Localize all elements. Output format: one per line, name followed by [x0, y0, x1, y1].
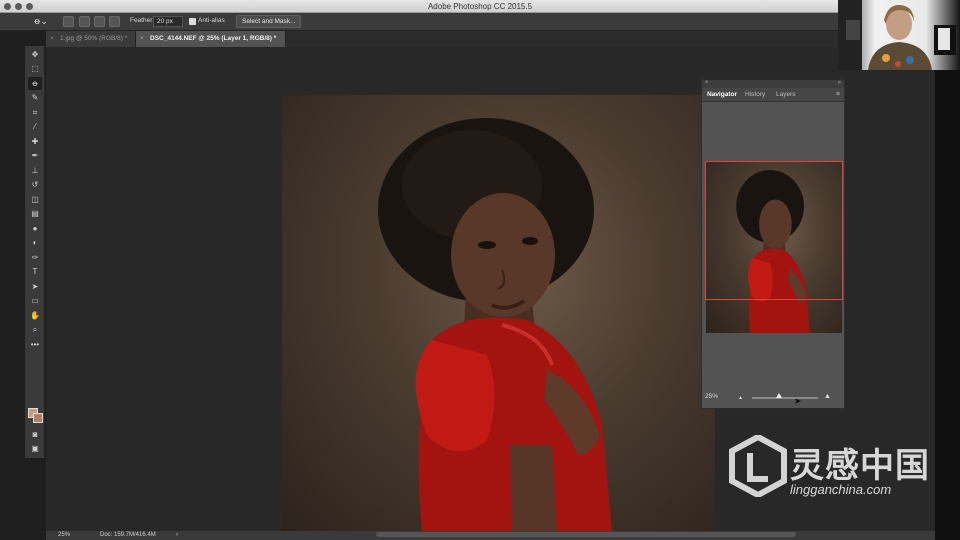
history-brush-icon[interactable]: ↺ — [28, 178, 42, 191]
intersect-selection-icon[interactable] — [109, 16, 120, 27]
healing-icon[interactable]: ✚ — [28, 135, 42, 148]
tab-history[interactable]: History — [745, 91, 765, 98]
quick-select-icon[interactable]: ✎ — [28, 91, 42, 104]
close-tab-icon[interactable]: × — [50, 35, 54, 42]
eraser-icon[interactable]: ◫ — [28, 193, 42, 206]
feather-input[interactable]: 20 px — [153, 16, 183, 27]
tab-label: 1.jpg @ 50% (RGB/8) * — [60, 35, 128, 42]
type-icon[interactable]: T — [28, 265, 42, 278]
zoom-icon[interactable]: ⌕ — [28, 323, 42, 336]
eyedropper-icon[interactable]: ⁄ — [28, 120, 42, 133]
shape-icon[interactable]: ▭ — [28, 294, 42, 307]
navigator-panel: × » Navigator History Layers ≡ 25% ▲ ▲ — [701, 79, 845, 409]
horizontal-scrollbar[interactable] — [376, 532, 796, 537]
status-zoom[interactable]: 25% — [58, 532, 70, 538]
antialias-checkbox[interactable] — [189, 18, 196, 25]
subtract-selection-icon[interactable] — [94, 16, 105, 27]
watermark-logo-icon — [728, 433, 788, 499]
options-bar: ꝋ⌄ Feather: 20 px Anti-alias Select and … — [0, 13, 838, 31]
portrait-image — [378, 118, 612, 531]
navigator-view-box[interactable] — [705, 161, 843, 300]
zoom-slider-knob[interactable] — [776, 393, 782, 398]
lasso-icon[interactable]: ꝋ — [28, 77, 42, 90]
zoom-in-icon[interactable]: ▲ — [824, 393, 831, 400]
tab-dsc-4144[interactable]: × DSC_4144.NEF @ 25% (Layer 1, RGB/8) * — [136, 31, 286, 47]
close-panel-icon[interactable]: × — [705, 80, 709, 86]
quick-mask-icon[interactable]: ◙ — [28, 428, 42, 441]
zoom-slider-track[interactable] — [752, 397, 818, 399]
tab-navigator[interactable]: Navigator — [707, 91, 737, 98]
collapse-panel-icon[interactable]: » — [838, 80, 841, 86]
tab-layers[interactable]: Layers — [776, 91, 796, 98]
background-color-swatch[interactable] — [33, 413, 43, 423]
panel-menu-icon[interactable]: ≡ — [836, 91, 840, 98]
lasso-preset-icon[interactable]: ꝋ⌄ — [34, 16, 48, 27]
brush-icon[interactable]: ✒ — [28, 149, 42, 162]
hand-icon[interactable]: ✋ — [28, 309, 42, 322]
document-tabs: × 1.jpg @ 50% (RGB/8) * × DSC_4144.NEF @… — [46, 31, 838, 47]
blur-icon[interactable]: ● — [28, 222, 42, 235]
more-icon[interactable]: ••• — [28, 338, 42, 351]
marquee-icon[interactable]: ⬚ — [28, 62, 42, 75]
watermark-en: lingganchina.com — [790, 482, 892, 497]
panel-header[interactable]: × » — [702, 80, 844, 88]
screen-mode-icon[interactable]: ▣ — [28, 442, 42, 455]
stamp-icon[interactable]: ⊥ — [28, 164, 42, 177]
document-canvas[interactable] — [282, 95, 715, 531]
status-doc-size: Doc: 159.7M/416.4M — [100, 532, 156, 538]
path-select-icon[interactable]: ➤ — [28, 280, 42, 293]
watermark-cn: 灵感中国 — [790, 446, 930, 486]
webcam-video — [838, 0, 960, 70]
zoom-controls: 25% ▲ ▲ — [702, 390, 844, 404]
zoom-out-icon[interactable]: ▲ — [738, 395, 743, 401]
move-icon[interactable]: ✥ — [28, 48, 42, 61]
title-bar: Adobe Photoshop CC 2015.5 — [0, 0, 960, 13]
presenter-image — [838, 0, 956, 70]
status-bar: 25% Doc: 159.7M/416.4M › — [46, 531, 935, 540]
select-and-mask-button[interactable]: Select and Mask... — [236, 15, 302, 28]
tab-label: DSC_4144.NEF @ 25% (Layer 1, RGB/8) * — [150, 35, 277, 42]
tools-panel: ✥ ⬚ ꝋ ✎ ⌗ ⁄ ✚ ✒ ⊥ ↺ ◫ ▤ ● ◐ ✑ T ➤ ▭ ✋ ⌕ … — [25, 46, 45, 458]
panel-tabs: Navigator History Layers ≡ — [702, 88, 844, 102]
dodge-icon[interactable]: ◐ — [28, 236, 42, 249]
pen-icon[interactable]: ✑ — [28, 251, 42, 264]
new-selection-icon[interactable] — [63, 16, 74, 27]
close-tab-icon[interactable]: × — [140, 35, 144, 42]
status-arrow-icon[interactable]: › — [176, 532, 178, 538]
antialias-label: Anti-alias — [198, 17, 225, 24]
tab-1-jpg[interactable]: × 1.jpg @ 50% (RGB/8) * — [46, 31, 136, 47]
gradient-icon[interactable]: ▤ — [28, 207, 42, 220]
add-selection-icon[interactable] — [79, 16, 90, 27]
window-title: Adobe Photoshop CC 2015.5 — [427, 2, 533, 11]
zoom-value[interactable]: 25% — [705, 393, 718, 400]
mouse-cursor-icon: ➤ — [794, 396, 802, 406]
feather-label: Feather: — [130, 17, 155, 24]
crop-icon[interactable]: ⌗ — [28, 106, 42, 119]
right-edge-area — [935, 13, 960, 540]
